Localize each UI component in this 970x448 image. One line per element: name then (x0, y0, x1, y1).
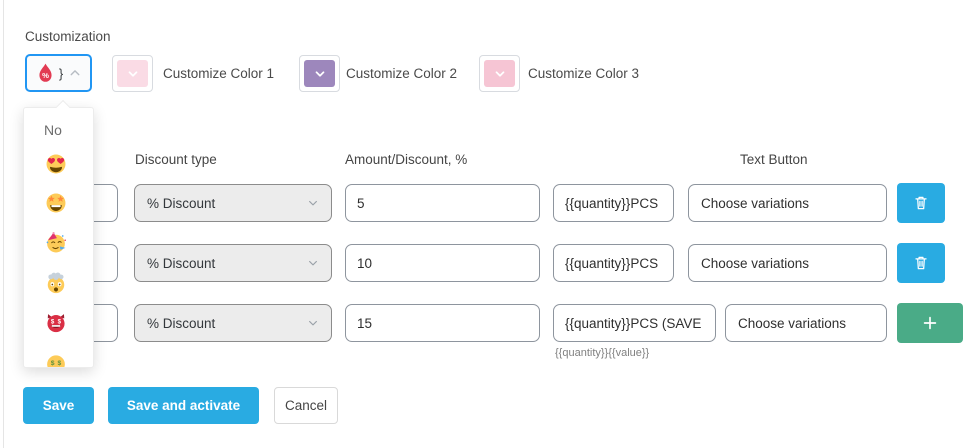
customize-color-2-button[interactable] (299, 55, 340, 92)
svg-text:$: $ (58, 318, 62, 325)
row-3-amount-input[interactable] (345, 304, 540, 342)
devil-money-eyes-emoji[interactable]: $ $ (45, 312, 67, 334)
chevron-down-icon (304, 254, 322, 272)
section-title: Customization (25, 29, 111, 44)
trash-icon (911, 193, 931, 213)
customize-color-3-button[interactable] (479, 55, 520, 92)
partying-face-emoji[interactable] (45, 232, 67, 254)
row-3-add-button[interactable] (897, 303, 963, 343)
choose-variations-label: Choose variations (701, 196, 809, 211)
chevron-down-icon (493, 67, 507, 81)
chevron-down-icon (304, 314, 322, 332)
svg-text:$: $ (57, 360, 61, 367)
row-1-amount-input[interactable] (345, 184, 540, 222)
row-1-discount-type-select[interactable]: % Discount (134, 184, 332, 222)
save-and-activate-button[interactable]: Save and activate (108, 387, 259, 424)
row-1-delete-button[interactable] (897, 183, 945, 223)
row-1-text-button-input[interactable] (553, 184, 674, 222)
emoji-option-no[interactable]: No (44, 122, 62, 138)
hot-sale-flame-percent-emoji: % (34, 62, 57, 85)
row-2-amount-input[interactable] (345, 244, 540, 282)
row-3-choose-variations-button[interactable]: Choose variations (725, 304, 887, 342)
selected-value-text: } (59, 66, 63, 81)
discount-type-value: % Discount (147, 256, 215, 271)
chevron-down-icon (304, 194, 322, 212)
plus-icon (920, 313, 940, 333)
chevron-down-icon (126, 67, 140, 81)
template-helper-text: {{quantity}}{{value}} (555, 347, 649, 359)
emoji-dropdown-button[interactable]: % } (25, 54, 92, 92)
heart-eyes-emoji[interactable] (45, 153, 67, 175)
discount-type-header: Discount type (135, 152, 217, 167)
save-button[interactable]: Save (23, 387, 94, 424)
row-2-discount-type-select[interactable]: % Discount (134, 244, 332, 282)
exploding-head-emoji[interactable] (45, 272, 67, 294)
row-3-discount-type-select[interactable]: % Discount (134, 304, 332, 342)
svg-text:%: % (42, 70, 49, 79)
svg-text:$: $ (51, 318, 55, 325)
color-swatch-3 (484, 60, 515, 87)
discount-type-value: % Discount (147, 316, 215, 331)
customize-color-1-button[interactable] (112, 55, 153, 92)
row-2-text-button-input[interactable] (553, 244, 674, 282)
row-2-delete-button[interactable] (897, 243, 945, 283)
trash-icon (911, 253, 931, 273)
emoji-dropdown-panel: No (23, 107, 94, 368)
row-1-choose-variations-button[interactable]: Choose variations (688, 184, 887, 222)
star-struck-emoji[interactable] (45, 192, 67, 214)
choose-variations-label: Choose variations (701, 256, 809, 271)
text-button-header: Text Button (740, 152, 808, 167)
color-swatch-1 (117, 60, 148, 87)
color-swatch-2 (304, 60, 335, 87)
money-mouth-emoji[interactable]: $ $ (45, 352, 67, 368)
left-border-line (3, 0, 4, 448)
customize-color-2-label: Customize Color 2 (346, 66, 457, 81)
cancel-button[interactable]: Cancel (274, 387, 338, 424)
customize-color-3-label: Customize Color 3 (528, 66, 639, 81)
chevron-up-icon (65, 63, 85, 83)
row-3-text-button-input[interactable] (553, 304, 716, 342)
row-2-choose-variations-button[interactable]: Choose variations (688, 244, 887, 282)
discount-type-value: % Discount (147, 196, 215, 211)
chevron-down-icon (313, 67, 327, 81)
customize-color-1-label: Customize Color 1 (163, 66, 274, 81)
choose-variations-label: Choose variations (738, 316, 846, 331)
amount-discount-header: Amount/Discount, % (345, 152, 467, 167)
customization-page: Customization % } Customize Color 1 (0, 0, 970, 448)
svg-text:$: $ (51, 360, 55, 367)
